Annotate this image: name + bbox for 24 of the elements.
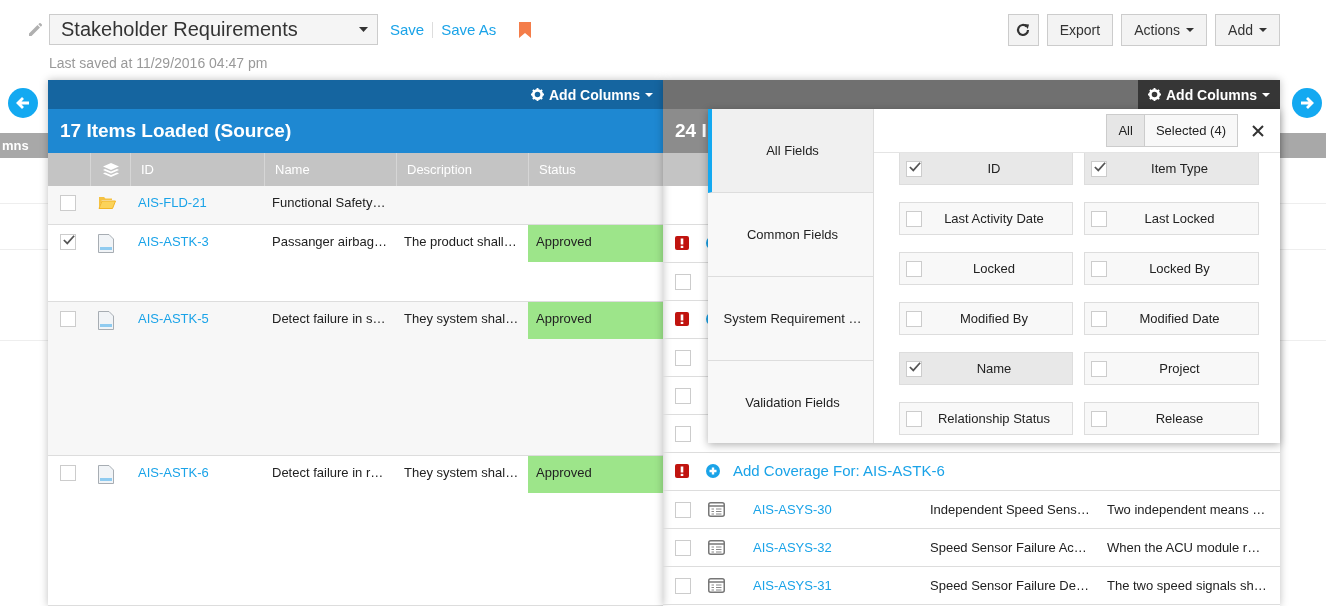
table-cell: Speed Sensor Failure Ac… — [930, 540, 1087, 555]
column-header: Status — [539, 162, 576, 177]
status-badge: Approved — [528, 302, 663, 339]
status-badge: Approved — [528, 225, 663, 262]
table-cell: They system shal… — [404, 465, 519, 480]
column-header: Description — [407, 162, 473, 177]
table-cell: Two independent means … — [1107, 502, 1266, 517]
table-cell: Detect failure in s… — [272, 311, 386, 326]
background-panel-label: mns — [2, 138, 29, 153]
table-cell: Detect failure in r… — [272, 465, 384, 480]
table-cell: When the ACU module r… — [1107, 540, 1261, 555]
last-saved-text: Last saved at 11/29/2016 04:47 pm — [49, 55, 269, 71]
table-cell: Independent Speed Sens… — [930, 502, 1090, 517]
table-cell: Speed Sensor Failure De… — [930, 578, 1089, 593]
table-cell: Passanger airbag… — [272, 234, 387, 249]
table-cell: They system shal… — [404, 311, 519, 326]
panel-title: 24 I — [675, 120, 707, 142]
column-header: ID — [141, 162, 154, 177]
panel-title: 17 Items Loaded (Source) — [60, 120, 292, 142]
column-header: Name — [275, 162, 310, 177]
table-cell: The two speed signals sh… — [1107, 578, 1267, 593]
table-cell: The product shall… — [404, 234, 517, 249]
table-cell: Functional Safety… — [272, 195, 386, 210]
status-badge: Approved — [528, 456, 663, 493]
